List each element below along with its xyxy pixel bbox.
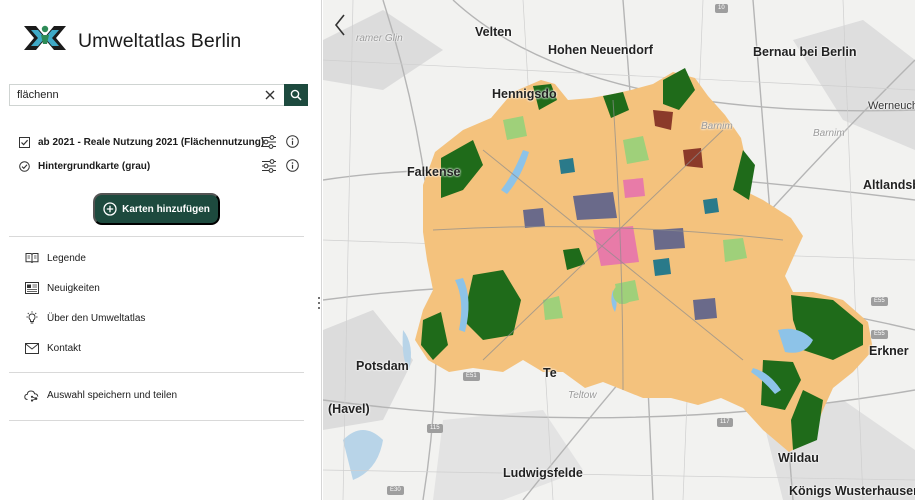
newspaper-icon (24, 280, 40, 296)
map-place-label: Te (543, 366, 557, 380)
mail-icon (24, 340, 40, 356)
menu-item-label: Auswahl speichern und teilen (47, 389, 178, 401)
checkbox-checked-icon[interactable] (18, 136, 30, 148)
menu-item-label: Legende (47, 252, 86, 264)
app-header: Umweltatlas Berlin (22, 22, 241, 52)
umweltatlas-logo (24, 25, 66, 50)
divider (9, 236, 304, 237)
search-bar (9, 84, 308, 106)
plus-circle-icon (103, 202, 117, 216)
menu-item-ueber[interactable]: Über den Umweltatlas (24, 310, 145, 326)
chevron-left-icon[interactable] (331, 12, 349, 38)
search-button[interactable] (284, 84, 308, 106)
map-place-label: Hennigsdo (492, 87, 557, 101)
radio-checked-icon[interactable] (18, 160, 30, 172)
road-shield: 115 (427, 424, 443, 433)
map-region-label: Teltow (568, 390, 597, 401)
info-icon[interactable] (286, 159, 299, 172)
info-icon[interactable] (286, 135, 299, 148)
map-place-label: Hohen Neuendorf (548, 43, 653, 57)
map-place-label: Falkense (407, 165, 461, 179)
layer-row-reale-nutzung: ab 2021 - Reale Nutzung 2021 (Flächennut… (18, 134, 308, 150)
map-region-label: ramer Glin (356, 33, 403, 44)
road-shield: E55 (871, 297, 888, 306)
menu-item-kontakt[interactable]: Kontakt (24, 340, 81, 356)
map-place-label: Altlandsberg (863, 178, 915, 192)
map-region-label: Barnim (701, 121, 733, 132)
map-view[interactable]: Velten Hohen Neuendorf Bernau bei Berlin… (323, 0, 915, 500)
menu-item-legende[interactable]: Legende (24, 250, 86, 266)
divider (9, 420, 304, 421)
road-shield: 117 (717, 418, 733, 427)
road-shield: E55 (871, 330, 888, 339)
road-shield: E30 (387, 486, 404, 495)
close-icon[interactable] (262, 87, 278, 103)
app-title: Umweltatlas Berlin (78, 30, 242, 52)
layer-label[interactable]: ab 2021 - Reale Nutzung 2021 (Flächennut… (38, 137, 264, 148)
search-input[interactable] (9, 84, 284, 106)
map-place-label: Ludwigsfelde (503, 466, 583, 480)
map-place-label: Wildau (778, 451, 819, 465)
map-place-label: Bernau bei Berlin (753, 45, 857, 59)
layer-row-hintergrundkarte: Hintergrundkarte (grau) (18, 158, 308, 174)
cloud-share-icon (24, 387, 40, 403)
map-region-label: Barnim (813, 128, 845, 139)
map-place-label: Werneuch (868, 100, 915, 112)
sliders-icon[interactable] (261, 158, 277, 174)
share-selection-button[interactable]: Auswahl speichern und teilen (24, 387, 177, 403)
road-shield: 10 (715, 4, 728, 13)
book-icon (24, 250, 40, 266)
menu-item-label: Neuigkeiten (47, 282, 100, 294)
add-maps-label: Karten hinzufügen (122, 203, 210, 215)
search-icon (290, 89, 302, 101)
map-place-label: Königs Wusterhausen (789, 484, 915, 498)
map-canvas[interactable] (323, 0, 915, 500)
map-place-label: Potsdam (356, 359, 409, 373)
layer-label[interactable]: Hintergrundkarte (grau) (38, 161, 150, 172)
sidebar: Umweltatlas Berlin ab 2021 - Reale Nutzu… (0, 0, 322, 500)
lightbulb-icon (24, 310, 40, 326)
menu-item-label: Über den Umweltatlas (47, 312, 146, 324)
menu-item-neuigkeiten[interactable]: Neuigkeiten (24, 280, 100, 296)
map-place-label: (Havel) (328, 402, 370, 416)
map-place-label: Velten (475, 25, 512, 39)
add-maps-button[interactable]: Karten hinzufügen (93, 193, 220, 225)
sidebar-resize-handle[interactable] (317, 297, 321, 313)
map-place-label: Erkner (869, 344, 909, 358)
road-shield: E51 (463, 372, 480, 381)
menu-item-label: Kontakt (47, 342, 81, 354)
divider (9, 372, 304, 373)
sliders-icon[interactable] (261, 134, 277, 150)
